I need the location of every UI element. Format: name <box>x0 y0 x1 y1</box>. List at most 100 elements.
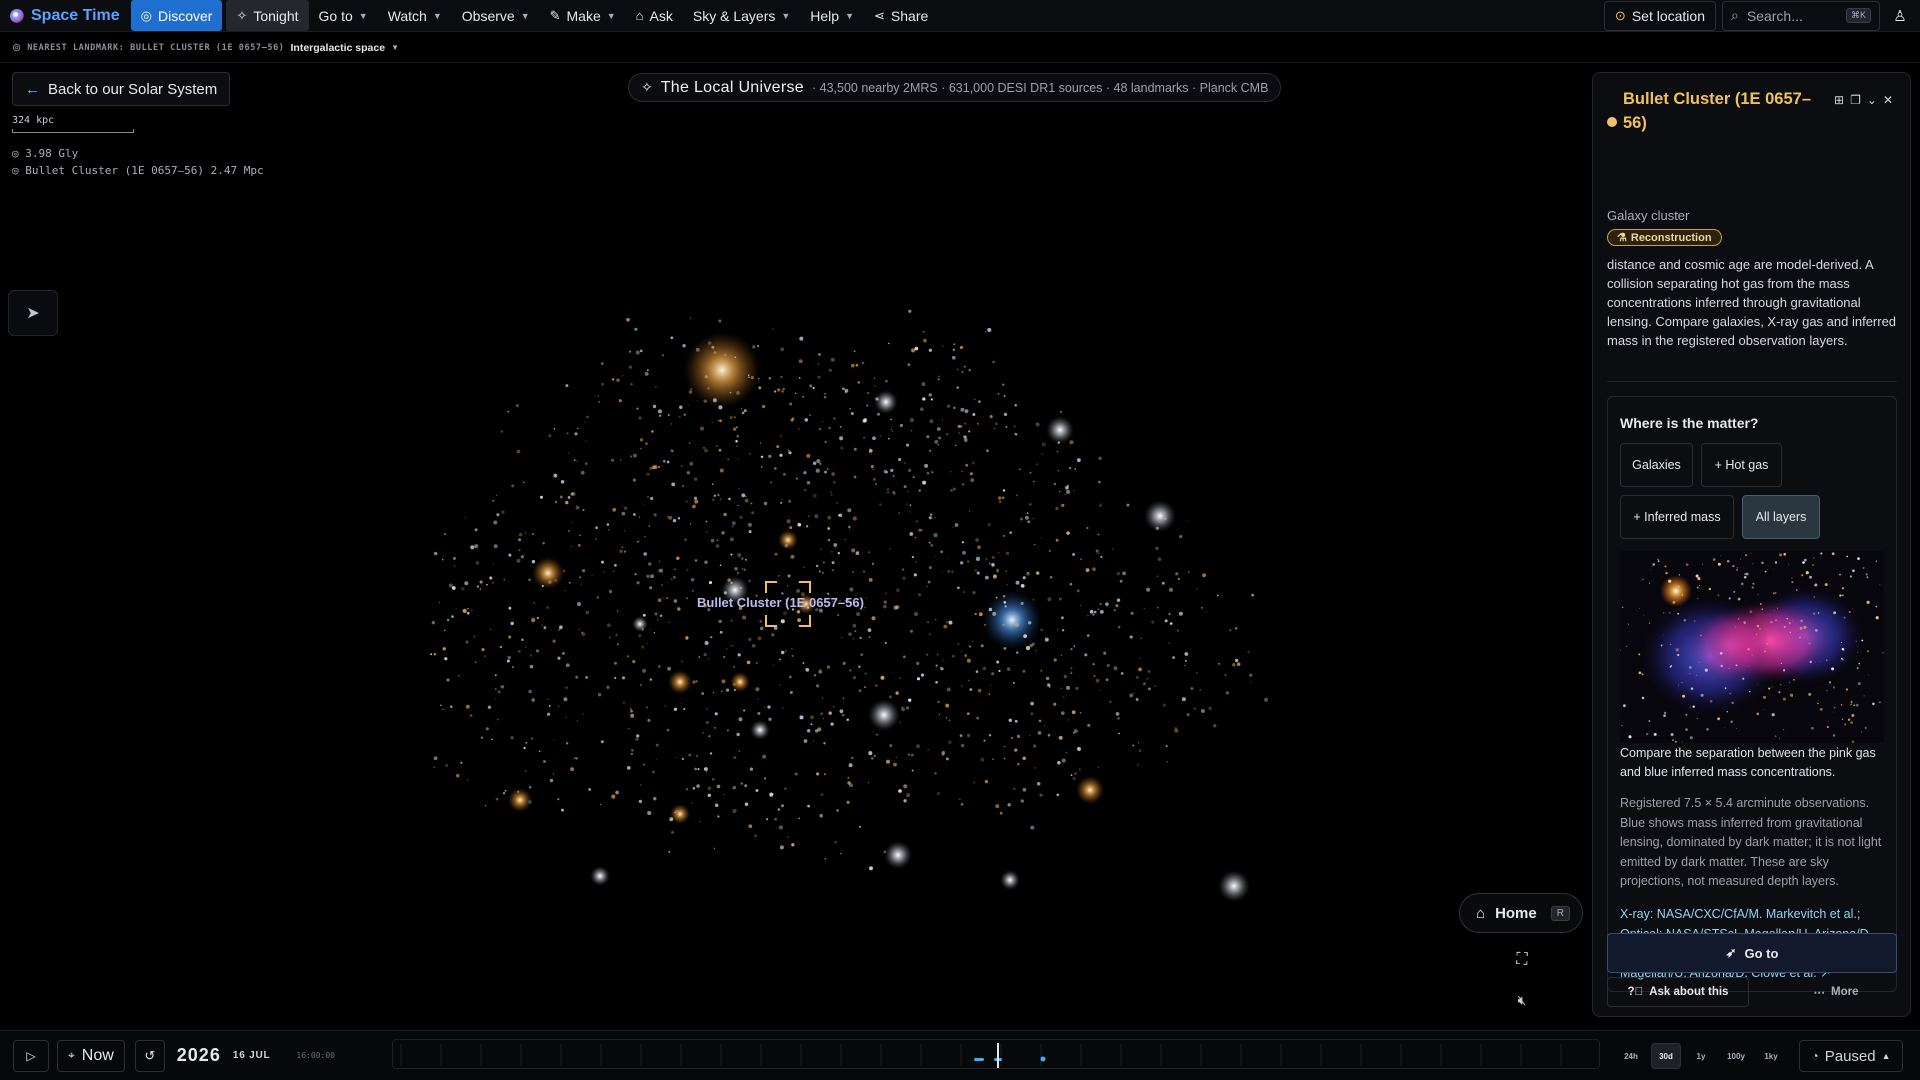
goto-button[interactable]: ➶ Go to <box>1607 933 1897 973</box>
pointer-tool-button[interactable]: ➤ <box>8 290 58 336</box>
timeline-bar: ▷ ⌖ Now ↺ 2026 16 JUL 16:00:00 24h 30d 1… <box>0 1030 1920 1080</box>
galaxy-clump <box>730 672 750 692</box>
scale-indicator: 324 kpc <box>12 115 134 133</box>
range-30d[interactable]: 30d <box>1651 1043 1681 1069</box>
galaxy-clump <box>884 841 912 869</box>
home-icon: ⌂ <box>1476 904 1486 922</box>
play-icon: ▷ <box>26 1048 36 1063</box>
goto-menu[interactable]: Go to ▼ <box>309 0 378 32</box>
ask-label: Ask <box>649 7 673 24</box>
range-1ky[interactable]: 1ky <box>1756 1043 1786 1069</box>
home-shortcut: R <box>1550 905 1570 921</box>
galaxy-clump <box>1144 500 1176 532</box>
share-label: Share <box>890 7 929 24</box>
make-menu[interactable]: ✎ Make ▼ <box>540 0 626 32</box>
copy-icon[interactable]: ❐ <box>1850 93 1861 107</box>
chevron-down-icon: ▼ <box>606 10 616 21</box>
telescope-icon: ✧ <box>641 79 653 95</box>
chip-galaxies[interactable]: Galaxies <box>1620 443 1693 487</box>
badge-label: Reconstruction <box>1630 231 1712 244</box>
app-logo-icon <box>10 8 24 23</box>
collapse-icon[interactable]: ⌄ <box>1867 93 1877 107</box>
search-shortcut: ⌘K <box>1845 8 1871 23</box>
brand[interactable]: Space Time <box>6 0 128 32</box>
arrow-left-icon: ← <box>25 80 40 98</box>
nearest-landmark-label: NEAREST LANDMARK: BULLET CLUSTER (1E 065… <box>27 42 285 53</box>
sky-layers-label: Sky & Layers <box>692 7 776 24</box>
reconstruction-badge: ⚗ Reconstruction <box>1607 229 1722 246</box>
ask-button[interactable]: ⌂ Ask <box>626 0 683 32</box>
object-description: distance and cosmic age are model-derive… <box>1607 257 1897 348</box>
share-button[interactable]: ⋖ Share <box>864 0 938 32</box>
robot-icon: ⌂ <box>635 8 644 23</box>
universe-info-pill[interactable]: ✧ The Local Universe · 43,500 nearby 2MR… <box>628 73 1282 102</box>
chip-inferred-mass[interactable]: + Inferred mass <box>1620 495 1734 539</box>
sky-layers-menu[interactable]: Sky & Layers ▼ <box>683 0 800 32</box>
fullscreen-icon[interactable]: ⛶ <box>1510 948 1534 972</box>
watch-menu-label: Watch <box>387 7 427 24</box>
now-button[interactable]: ⌖ Now <box>57 1039 125 1072</box>
timeline-track[interactable] <box>392 1039 1600 1069</box>
range-24h[interactable]: 24h <box>1616 1043 1646 1069</box>
chevron-up-icon: ▲ <box>1881 1051 1891 1061</box>
distance-readout: ◎ 3.98 Gly <box>12 147 79 160</box>
user-icon[interactable]: ♙ <box>1886 1 1914 31</box>
goto-menu-label: Go to <box>318 7 353 24</box>
chevron-down-icon: ▼ <box>845 10 854 21</box>
observe-menu-label: Observe <box>461 7 515 24</box>
set-location-button[interactable]: ⊙ Set location <box>1603 0 1716 31</box>
make-menu-label: Make <box>566 7 601 24</box>
tonight-label: Tonight <box>253 7 299 24</box>
distance-readouts: ◎ 3.98 Gly ◎ Bullet Cluster (1E 0657–56)… <box>12 145 264 179</box>
ellipsis-icon: ⋯ <box>1813 987 1826 999</box>
chip-all-layers[interactable]: All layers <box>1742 495 1820 539</box>
pin-panel-icon[interactable]: ⊞ <box>1834 93 1844 107</box>
event-marker <box>974 1058 984 1061</box>
chevron-down-icon[interactable]: ▼ <box>391 43 399 52</box>
image-note: Registered 7.5 × 5.4 arcminute observati… <box>1620 796 1882 888</box>
share-icon: ⋖ <box>874 7 885 23</box>
target-galaxy <box>778 530 798 550</box>
observe-menu[interactable]: Observe ▼ <box>452 0 540 32</box>
play-button[interactable]: ▷ <box>13 1039 49 1072</box>
tonight-button[interactable]: ✧ Tonight <box>226 0 309 31</box>
status-label: Paused <box>1824 1047 1876 1065</box>
chevron-down-icon: ▼ <box>432 10 442 21</box>
compass-icon: ◎ <box>140 7 152 23</box>
galaxy-clump <box>670 804 690 824</box>
watch-menu[interactable]: Watch ▼ <box>378 0 452 32</box>
matter-card-title: Where is the matter? <box>1620 415 1759 431</box>
home-button[interactable]: ⌂ Home R <box>1459 893 1583 933</box>
distance-readout: ◎ Bullet Cluster (1E 0657–56) 2.47 Mpc <box>12 164 264 177</box>
back-to-solar-system-button[interactable]: ← Back to our Solar System <box>12 72 231 106</box>
home-label: Home <box>1495 904 1537 922</box>
crosshair-icon: ⌖ <box>68 1048 75 1062</box>
rocket-icon: ➶ <box>1725 945 1737 960</box>
mute-icon[interactable]: 🔇︎ <box>1510 988 1534 1012</box>
galaxy-clump <box>1000 870 1020 890</box>
speed-icon: ◔ <box>1811 1049 1819 1063</box>
galaxy-clump <box>508 788 532 812</box>
close-icon[interactable]: ✕ <box>1883 93 1893 107</box>
sky-canvas[interactable]: Bullet Cluster (1E 0657–56) <box>0 64 1590 1024</box>
search-input[interactable]: ⌕ Search... ⌘K <box>1722 0 1880 31</box>
discover-button[interactable]: ◎ Discover <box>130 0 223 31</box>
help-menu-label: Help <box>810 7 840 24</box>
range-1y[interactable]: 1y <box>1686 1043 1716 1069</box>
now-label: Now <box>81 1046 114 1064</box>
region-selector[interactable]: Intergalactic space <box>291 42 386 54</box>
galaxy-clump <box>532 557 564 589</box>
chip-hot-gas[interactable]: + Hot gas <box>1701 443 1782 487</box>
playback-status-button[interactable]: ◔ Paused ▲ <box>1799 1040 1903 1072</box>
more-button[interactable]: ⋯ More <box>1781 977 1891 1007</box>
search-icon: ⌕ <box>1731 7 1739 23</box>
help-menu[interactable]: Help ▼ <box>800 0 864 32</box>
chevron-down-icon: ▼ <box>358 10 368 21</box>
ask-about-this-button[interactable]: ?⃝ Ask about this <box>1607 977 1749 1007</box>
galaxy-clump <box>750 720 770 740</box>
range-100y[interactable]: 100y <box>1721 1043 1751 1069</box>
scale-label: 324 kpc <box>12 115 55 126</box>
location-pin-icon: ⊚ <box>12 42 22 54</box>
galaxy-clump <box>590 866 610 886</box>
history-button[interactable]: ↺ <box>134 1039 165 1072</box>
